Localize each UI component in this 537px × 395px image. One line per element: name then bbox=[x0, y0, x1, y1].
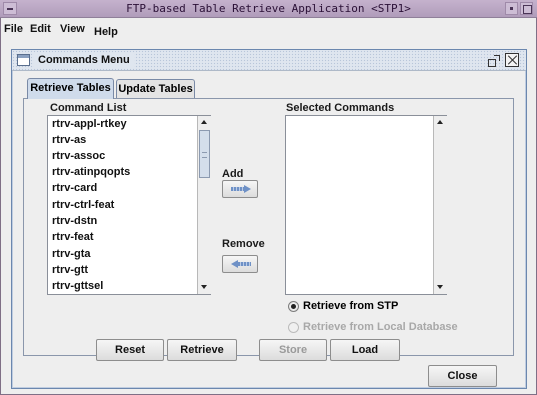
add-label: Add bbox=[222, 168, 244, 180]
list-item[interactable]: rtrv-dstn bbox=[52, 215, 97, 227]
selected-commands-scrollbar[interactable] bbox=[433, 116, 447, 294]
close-icon[interactable] bbox=[505, 53, 519, 67]
list-item[interactable]: rtrv-appl-rtkey bbox=[52, 118, 127, 130]
scroll-down-icon[interactable] bbox=[198, 280, 211, 294]
scroll-up-icon[interactable] bbox=[434, 116, 447, 130]
scroll-down-icon[interactable] bbox=[434, 280, 447, 294]
list-item[interactable]: rtrv-gta bbox=[52, 248, 91, 260]
window-titlebar[interactable]: FTP-based Table Retrieve Application <ST… bbox=[0, 0, 537, 18]
reset-button[interactable]: Reset bbox=[96, 339, 164, 361]
maximize-icon[interactable] bbox=[488, 55, 500, 67]
menu-bar: File Edit View Help bbox=[1, 18, 536, 40]
window-title: FTP-based Table Retrieve Application <ST… bbox=[126, 2, 411, 15]
menu-help[interactable]: Help bbox=[94, 26, 118, 38]
list-item[interactable]: rtrv-assoc bbox=[52, 150, 105, 162]
command-list-scrollbar[interactable] bbox=[197, 116, 211, 294]
frame-window-icon bbox=[17, 54, 30, 66]
tab-update-tables[interactable]: Update Tables bbox=[116, 79, 195, 99]
retrieve-from-stp-radio[interactable] bbox=[288, 301, 299, 312]
scroll-up-icon[interactable] bbox=[198, 116, 211, 130]
command-list-label: Command List bbox=[50, 102, 127, 114]
commands-menu-title: Commands Menu bbox=[34, 53, 134, 68]
remove-label: Remove bbox=[222, 238, 265, 250]
scroll-thumb[interactable] bbox=[199, 130, 210, 178]
tab-retrieve-tables[interactable]: Retrieve Tables bbox=[27, 78, 114, 99]
minimize-icon[interactable] bbox=[505, 2, 518, 15]
load-button[interactable]: Load bbox=[330, 339, 400, 361]
menu-file[interactable]: File bbox=[4, 23, 23, 35]
arrow-right-icon bbox=[231, 185, 251, 193]
selected-commands-label: Selected Commands bbox=[286, 102, 395, 114]
list-item[interactable]: rtrv-card bbox=[52, 182, 97, 194]
retrieve-from-local-db-label[interactable]: Retrieve from Local Database bbox=[303, 321, 458, 333]
retrieve-from-stp-label[interactable]: Retrieve from STP bbox=[303, 300, 398, 312]
selected-commands-list[interactable] bbox=[285, 115, 447, 295]
retrieve-from-local-db-radio[interactable] bbox=[288, 322, 299, 333]
maximize-window-icon[interactable] bbox=[520, 2, 533, 15]
add-button[interactable] bbox=[222, 180, 258, 198]
arrow-left-icon bbox=[231, 260, 251, 268]
menu-view[interactable]: View bbox=[60, 23, 85, 35]
close-button[interactable]: Close bbox=[428, 365, 497, 387]
commands-menu-titlebar[interactable]: Commands Menu bbox=[12, 50, 526, 71]
list-item[interactable]: rtrv-atinpqopts bbox=[52, 166, 130, 178]
list-item[interactable]: rtrv-feat bbox=[52, 231, 94, 243]
command-list[interactable]: rtrv-appl-rtkey rtrv-as rtrv-assoc rtrv-… bbox=[47, 115, 211, 295]
store-button[interactable]: Store bbox=[259, 339, 327, 361]
menu-edit[interactable]: Edit bbox=[30, 23, 51, 35]
list-item[interactable]: rtrv-ctrl-feat bbox=[52, 199, 114, 211]
remove-button[interactable] bbox=[222, 255, 258, 273]
list-item[interactable]: rtrv-gttsel bbox=[52, 280, 103, 292]
retrieve-button[interactable]: Retrieve bbox=[167, 339, 237, 361]
list-item[interactable]: rtrv-gtt bbox=[52, 264, 88, 276]
list-item[interactable]: rtrv-as bbox=[52, 134, 86, 146]
